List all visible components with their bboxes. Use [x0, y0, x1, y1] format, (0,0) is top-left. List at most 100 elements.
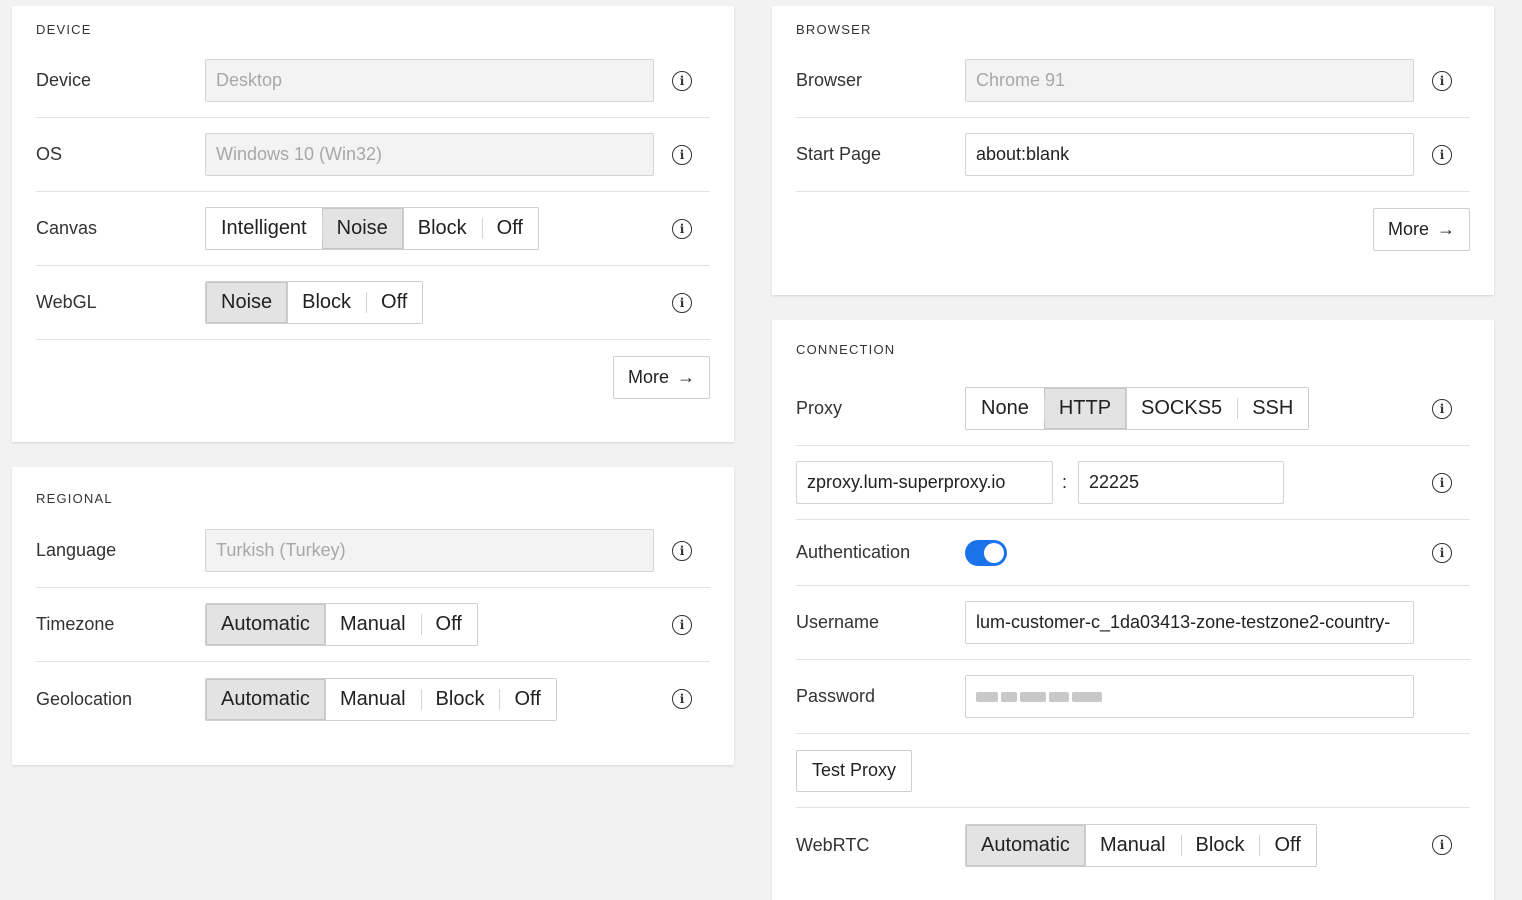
device-card: DEVICE Device Desktop i OS Windows 10 (W… — [12, 6, 734, 442]
geolocation-option-automatic[interactable]: Automatic — [206, 678, 325, 720]
info-icon[interactable]: i — [672, 540, 692, 561]
webrtc-segmented-control: Automatic Manual Block Off — [965, 823, 1317, 867]
info-icon[interactable]: i — [672, 292, 692, 313]
webgl-option-noise[interactable]: Noise — [206, 282, 288, 323]
device-more-row: More → — [36, 340, 710, 414]
info-icon[interactable]: i — [1432, 472, 1452, 493]
authentication-label: Authentication — [796, 542, 911, 562]
start-page-label: Start Page — [796, 144, 882, 164]
webrtc-option-block[interactable]: Block — [1180, 824, 1260, 866]
os-field[interactable]: Windows 10 (Win32) — [205, 133, 654, 176]
webgl-segmented-control: Noise Block Off — [205, 281, 424, 324]
webrtc-option-manual[interactable]: Manual — [1084, 824, 1181, 866]
arrow-right-icon: → — [677, 366, 695, 387]
info-icon[interactable]: i — [1432, 398, 1452, 419]
test-proxy-button[interactable]: Test Proxy — [796, 749, 913, 792]
browser-label: Browser — [796, 70, 863, 90]
browser-field[interactable]: Chrome 91 — [965, 59, 1414, 102]
proxy-row: Proxy None HTTP SOCKS5 SSH i — [796, 372, 1470, 446]
proxy-type-segmented-control: None HTTP SOCKS5 SSH — [965, 387, 1310, 430]
geolocation-row: Geolocation Automatic Manual Block Off i — [36, 662, 710, 736]
geolocation-option-off[interactable]: Off — [499, 678, 556, 720]
section-title-device: DEVICE — [36, 22, 92, 37]
start-page-input[interactable]: about:blank — [965, 133, 1414, 176]
geolocation-label: Geolocation — [36, 688, 133, 709]
proxy-option-http[interactable]: HTTP — [1043, 388, 1127, 429]
info-icon[interactable]: i — [1432, 835, 1452, 855]
password-mask — [976, 676, 1403, 717]
device-field[interactable]: Desktop — [205, 59, 654, 102]
username-label: Username — [796, 612, 880, 632]
info-icon[interactable]: i — [672, 70, 692, 91]
webrtc-row: WebRTC Automatic Manual Block Off i — [796, 808, 1470, 882]
timezone-option-off[interactable]: Off — [420, 604, 477, 645]
test-proxy-row: Test Proxy — [796, 734, 1470, 808]
webrtc-option-off[interactable]: Off — [1259, 824, 1316, 866]
canvas-segmented-control: Intelligent Noise Block Off — [205, 207, 539, 250]
timezone-option-manual[interactable]: Manual — [324, 604, 421, 645]
authentication-toggle[interactable] — [965, 539, 1007, 566]
start-page-row: Start Page about:blank i — [796, 118, 1470, 192]
host-port-separator: : — [1062, 472, 1068, 492]
browser-more-button[interactable]: More → — [1372, 207, 1470, 251]
info-icon[interactable]: i — [1432, 144, 1452, 165]
proxy-option-none[interactable]: None — [966, 388, 1044, 429]
browser-card: BROWSER Browser Chrome 91 i Start Page a… — [772, 6, 1494, 295]
info-icon[interactable]: i — [1432, 70, 1452, 91]
canvas-option-noise[interactable]: Noise — [321, 208, 403, 249]
device-label: Device — [36, 70, 92, 90]
info-icon[interactable]: i — [672, 144, 692, 165]
canvas-row: Canvas Intelligent Noise Block Off i — [36, 192, 710, 266]
timezone-segmented-control: Automatic Manual Off — [205, 603, 478, 646]
username-row: Username lum-customer-c_1da03413-zone-te… — [796, 586, 1470, 660]
webgl-option-off[interactable]: Off — [366, 282, 423, 323]
webrtc-option-automatic[interactable]: Automatic — [966, 824, 1085, 866]
os-label: OS — [36, 144, 63, 164]
regional-card: REGIONAL Language Turkish (Turkey) i Tim… — [12, 467, 734, 765]
geolocation-option-block[interactable]: Block — [420, 678, 500, 720]
language-label: Language — [36, 540, 117, 560]
timezone-option-automatic[interactable]: Automatic — [206, 604, 325, 645]
language-row: Language Turkish (Turkey) i — [36, 514, 710, 588]
more-button-label: More — [1387, 218, 1429, 239]
password-label: Password — [796, 686, 876, 706]
device-row: Device Desktop i — [36, 44, 710, 118]
browser-more-row: More → — [796, 192, 1470, 266]
section-title-browser: BROWSER — [796, 22, 872, 37]
proxy-option-socks5[interactable]: SOCKS5 — [1126, 388, 1238, 429]
proxy-host-input[interactable]: zproxy.lum-superproxy.io — [796, 461, 1053, 504]
webgl-option-block[interactable]: Block — [287, 282, 367, 323]
language-field[interactable]: Turkish (Turkey) — [205, 529, 654, 572]
username-input[interactable]: lum-customer-c_1da03413-zone-testzone2-c… — [965, 601, 1414, 644]
info-icon[interactable]: i — [1432, 542, 1452, 563]
canvas-label: Canvas — [36, 218, 98, 238]
more-button-label: More — [627, 366, 669, 387]
proxy-label: Proxy — [796, 398, 843, 418]
geolocation-segmented-control: Automatic Manual Block Off — [205, 677, 557, 721]
section-title-regional: REGIONAL — [36, 491, 113, 506]
info-icon[interactable]: i — [672, 689, 692, 709]
canvas-option-block[interactable]: Block — [402, 208, 482, 249]
proxy-host-row: zproxy.lum-superproxy.io : 22225 i — [796, 446, 1470, 520]
toggle-knob — [984, 542, 1004, 563]
timezone-row: Timezone Automatic Manual Off i — [36, 588, 710, 662]
timezone-label: Timezone — [36, 614, 115, 634]
canvas-option-intelligent[interactable]: Intelligent — [206, 208, 322, 249]
authentication-row: Authentication i — [796, 520, 1470, 586]
geolocation-option-manual[interactable]: Manual — [324, 678, 421, 720]
proxy-option-ssh[interactable]: SSH — [1237, 388, 1309, 429]
proxy-port-input[interactable]: 22225 — [1078, 461, 1284, 504]
section-title-connection: CONNECTION — [796, 342, 896, 357]
connection-card: CONNECTION Proxy None HTTP SOCKS5 SSH i … — [772, 320, 1494, 900]
webgl-row: WebGL Noise Block Off i — [36, 266, 710, 340]
password-input[interactable] — [965, 675, 1414, 718]
password-row: Password — [796, 660, 1470, 734]
device-more-button[interactable]: More → — [612, 355, 710, 399]
os-row: OS Windows 10 (Win32) i — [36, 118, 710, 192]
canvas-option-off[interactable]: Off — [481, 208, 538, 249]
info-icon[interactable]: i — [672, 218, 692, 239]
arrow-right-icon: → — [1437, 218, 1455, 239]
webrtc-label: WebRTC — [796, 834, 870, 855]
info-icon[interactable]: i — [672, 614, 692, 635]
webgl-label: WebGL — [36, 292, 97, 312]
